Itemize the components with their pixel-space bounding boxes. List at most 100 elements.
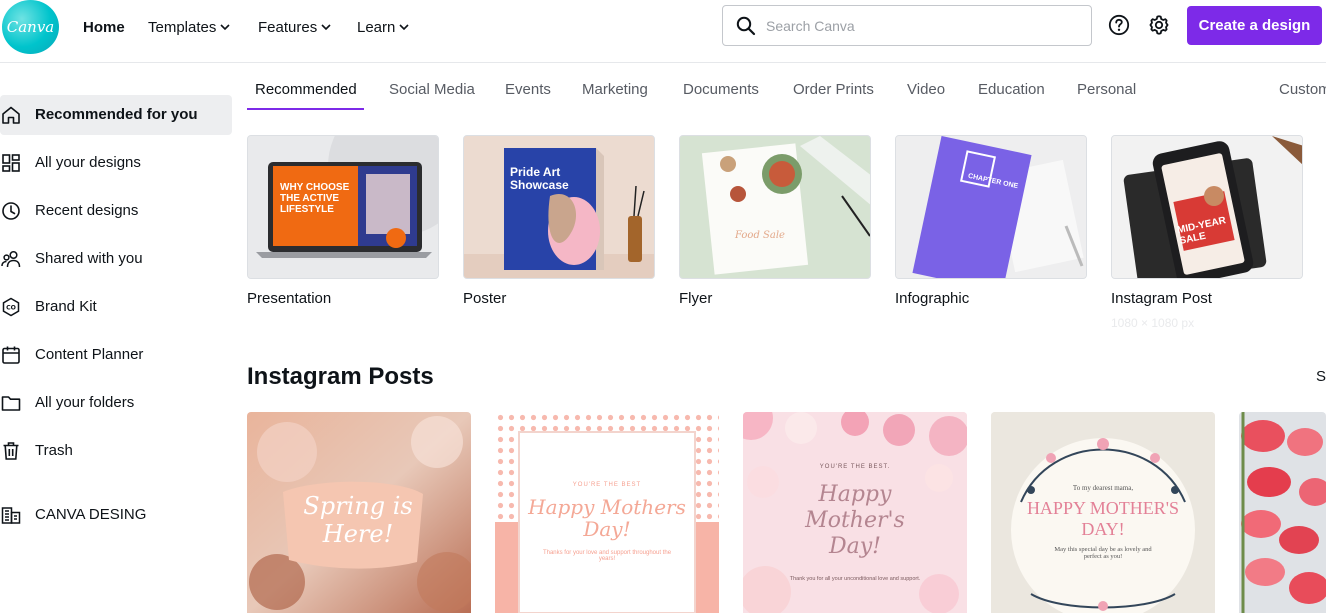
sidebar-item-brand-kit[interactable]: CO Brand Kit xyxy=(0,287,232,327)
tab-documents[interactable]: Documents xyxy=(683,81,759,98)
team-building-icon xyxy=(1,507,21,524)
template-card-presentation[interactable]: WHY CHOOSE THE ACTIVE LIFESTYLE xyxy=(247,135,439,279)
trash-icon xyxy=(3,442,19,460)
instagram-template-card[interactable]: YOU'RE THE BEST Happy Mothers Day! Thank… xyxy=(495,412,719,613)
create-design-button[interactable]: Create a design xyxy=(1187,6,1322,45)
poster-thumbnail xyxy=(464,136,654,278)
sidebar-item-label: Recommended for you xyxy=(35,106,198,123)
search-icon xyxy=(736,16,756,35)
poster-thumb-text: Pride Art Showcase xyxy=(510,165,569,192)
nav-templates[interactable]: Templates xyxy=(148,17,230,37)
sidebar-item-label: Brand Kit xyxy=(35,298,97,315)
card-title: HAPPY MOTHER'S DAY! xyxy=(1026,498,1180,539)
template-card-infographic[interactable]: CHAPTER ONE xyxy=(895,135,1087,279)
tab-recommended[interactable]: Recommended xyxy=(255,81,357,98)
instagram-post-thumbnail xyxy=(1112,136,1302,278)
instagram-template-card[interactable] xyxy=(1239,412,1326,613)
see-all-link[interactable]: See all xyxy=(1316,368,1326,385)
nav-templates-label: Templates xyxy=(148,18,217,36)
folder-icon xyxy=(1,396,21,411)
tab-order-prints[interactable]: Order Prints xyxy=(793,81,874,98)
top-header: Canva Home Templates Features Learn Sear… xyxy=(0,0,1326,54)
header-divider xyxy=(0,62,1326,63)
template-label-flyer: Flyer xyxy=(679,290,713,307)
brand-kit-icon: CO xyxy=(2,297,20,317)
card-title: Happy Mother's Day! xyxy=(805,482,905,559)
tulips-thumbnail xyxy=(1239,412,1326,613)
nav-features-label: Features xyxy=(258,18,318,36)
presentation-thumb-text: WHY CHOOSE THE ACTIVE LIFESTYLE xyxy=(280,182,350,215)
sidebar-item-label: CANVA DESING xyxy=(35,506,147,523)
card-body: May this special day be as lovely and pe… xyxy=(1054,546,1152,560)
instagram-template-card[interactable]: YOU'RE THE BEST. Happy Mother's Day! Tha… xyxy=(743,412,967,613)
sidebar-item-label: Content Planner xyxy=(35,346,144,363)
template-card-instagram-post[interactable]: MID-YEAR SALE xyxy=(1111,135,1303,279)
nav-features[interactable]: Features xyxy=(258,17,331,37)
chevron-down-icon xyxy=(399,24,409,31)
nav-home[interactable]: Home xyxy=(83,17,125,37)
chevron-down-icon xyxy=(321,24,331,31)
logo-text: Canva xyxy=(6,18,55,36)
sidebar-item-team[interactable]: CANVA DESING xyxy=(0,495,232,535)
sidebar-item-content-planner[interactable]: Content Planner xyxy=(0,335,232,375)
spring-card-title: Spring is Here! xyxy=(303,492,413,548)
sidebar-item-label: Shared with you xyxy=(35,250,143,267)
sidebar-item-recommended[interactable]: Recommended for you xyxy=(0,95,232,135)
settings-button[interactable] xyxy=(1148,14,1170,36)
calendar-icon xyxy=(2,346,20,364)
card-body: Thanks for your love and support through… xyxy=(542,550,672,562)
gear-icon xyxy=(1149,15,1169,35)
sidebar: Recommended for you All your designs Rec… xyxy=(0,95,232,543)
home-icon xyxy=(2,106,20,124)
chevron-down-icon xyxy=(220,24,230,31)
canva-logo[interactable]: Canva xyxy=(2,0,59,54)
sidebar-item-recent[interactable]: Recent designs xyxy=(0,191,232,231)
instagram-template-card[interactable]: Spring is Here! xyxy=(247,412,471,613)
tab-video[interactable]: Video xyxy=(907,81,945,98)
flyer-thumb-text: Food Sale xyxy=(735,230,785,241)
people-icon xyxy=(1,250,21,268)
active-tab-underline xyxy=(247,108,364,110)
help-button[interactable] xyxy=(1108,14,1130,36)
sidebar-item-label: Recent designs xyxy=(35,202,139,219)
section-title: Instagram Posts xyxy=(247,363,434,390)
sidebar-item-folders[interactable]: All your folders xyxy=(0,383,232,423)
template-card-poster[interactable]: Pride Art Showcase xyxy=(463,135,655,279)
card-kicker: To my dearest mama, xyxy=(1072,484,1134,492)
template-label-infographic: Infographic xyxy=(895,290,970,307)
tab-custom[interactable]: Custom xyxy=(1279,81,1326,98)
template-label-presentation: Presentation xyxy=(247,290,332,307)
sidebar-item-shared[interactable]: Shared with you xyxy=(0,239,232,279)
search-input[interactable] xyxy=(766,17,1066,34)
card-kicker: YOU'RE THE BEST xyxy=(572,482,642,488)
card-kicker: YOU'RE THE BEST. xyxy=(819,464,891,470)
sidebar-item-label: All your designs xyxy=(35,154,141,171)
card-title: Happy Mothers Day! xyxy=(528,495,686,541)
instagram-template-card[interactable]: To my dearest mama, HAPPY MOTHER'S DAY! … xyxy=(991,412,1215,613)
tab-events[interactable]: Events xyxy=(505,81,551,98)
card-body: Thank you for all your unconditional lov… xyxy=(789,576,921,582)
nav-learn-label: Learn xyxy=(357,18,396,36)
tab-marketing[interactable]: Marketing xyxy=(582,81,648,98)
grid-icon xyxy=(2,154,20,172)
tab-personal[interactable]: Personal xyxy=(1077,81,1136,98)
template-label-poster: Poster xyxy=(463,290,507,307)
tab-education[interactable]: Education xyxy=(978,81,1045,98)
clock-icon xyxy=(2,202,20,220)
question-circle-icon xyxy=(1108,14,1130,36)
template-dimensions-instagram-post: 1080 × 1080 px xyxy=(1111,316,1195,330)
tab-social-media[interactable]: Social Media xyxy=(389,81,475,98)
template-card-flyer[interactable]: Food Sale xyxy=(679,135,871,279)
svg-text:CO: CO xyxy=(6,305,16,312)
template-label-instagram-post: Instagram Post xyxy=(1111,290,1212,307)
category-tabs: Recommended Social Media Events Marketin… xyxy=(247,72,1326,112)
nav-home-label: Home xyxy=(83,18,125,36)
search-box[interactable] xyxy=(722,5,1092,46)
nav-learn[interactable]: Learn xyxy=(357,17,409,37)
sidebar-item-trash[interactable]: Trash xyxy=(0,431,232,471)
sidebar-item-all-designs[interactable]: All your designs xyxy=(0,143,232,183)
flyer-thumbnail xyxy=(680,136,870,278)
sidebar-item-label: Trash xyxy=(35,442,73,459)
sidebar-item-label: All your folders xyxy=(35,394,135,411)
